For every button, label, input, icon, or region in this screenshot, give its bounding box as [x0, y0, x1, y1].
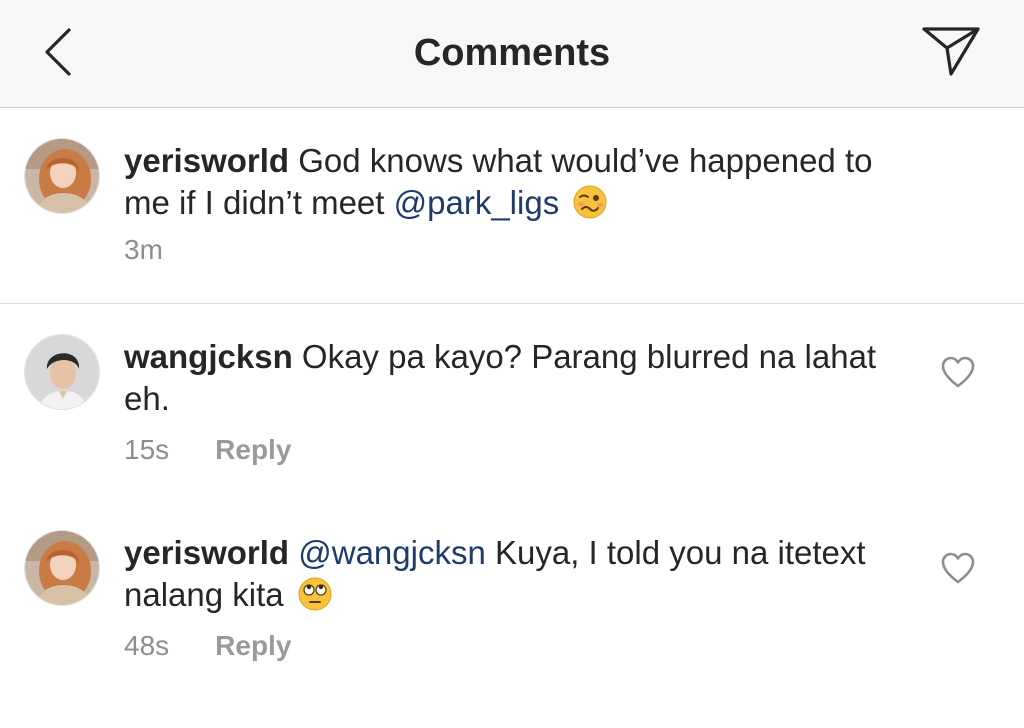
paper-plane-icon — [921, 24, 981, 83]
caption-meta: 3m — [124, 234, 209, 266]
comment-timestamp: 48s — [124, 630, 170, 661]
comment-timestamp: 15s — [124, 434, 170, 465]
caption-username[interactable]: yerisworld — [124, 142, 289, 179]
comment-text: yerisworld @wangjcksn Kuya, I told you n… — [124, 532, 924, 616]
avatar[interactable] — [24, 334, 100, 410]
comment-username[interactable]: yerisworld — [124, 534, 289, 571]
reply-button[interactable]: Reply — [215, 434, 291, 466]
comment-mention[interactable]: @wangjcksn — [298, 534, 486, 571]
face-with-rolling-eyes-icon — [297, 576, 333, 612]
heart-outline-icon — [940, 356, 976, 393]
comment-text: wangjcksn Okay pa kayo? Parang blurred n… — [124, 336, 924, 420]
like-button[interactable] — [940, 551, 976, 585]
caption-section: yerisworld God knows what would’ve happe… — [0, 108, 1024, 304]
reply-button[interactable]: Reply — [215, 630, 291, 662]
comment-meta: 15s Reply — [124, 434, 291, 466]
caption-mention[interactable]: @park_ligs — [394, 184, 560, 221]
like-button[interactable] — [940, 355, 976, 389]
avatar[interactable] — [24, 138, 100, 214]
header-bar: Comments — [0, 0, 1024, 108]
comment-meta: 48s Reply — [124, 630, 291, 662]
avatar[interactable] — [24, 530, 100, 606]
heart-outline-icon — [940, 552, 976, 589]
page-title: Comments — [413, 32, 611, 74]
caption-timestamp: 3m — [124, 234, 163, 265]
woozy-face-icon — [572, 184, 608, 220]
caption-text: yerisworld God knows what would’ve happe… — [124, 140, 924, 224]
comment-username[interactable]: wangjcksn — [124, 338, 293, 375]
share-button[interactable] — [918, 22, 984, 84]
